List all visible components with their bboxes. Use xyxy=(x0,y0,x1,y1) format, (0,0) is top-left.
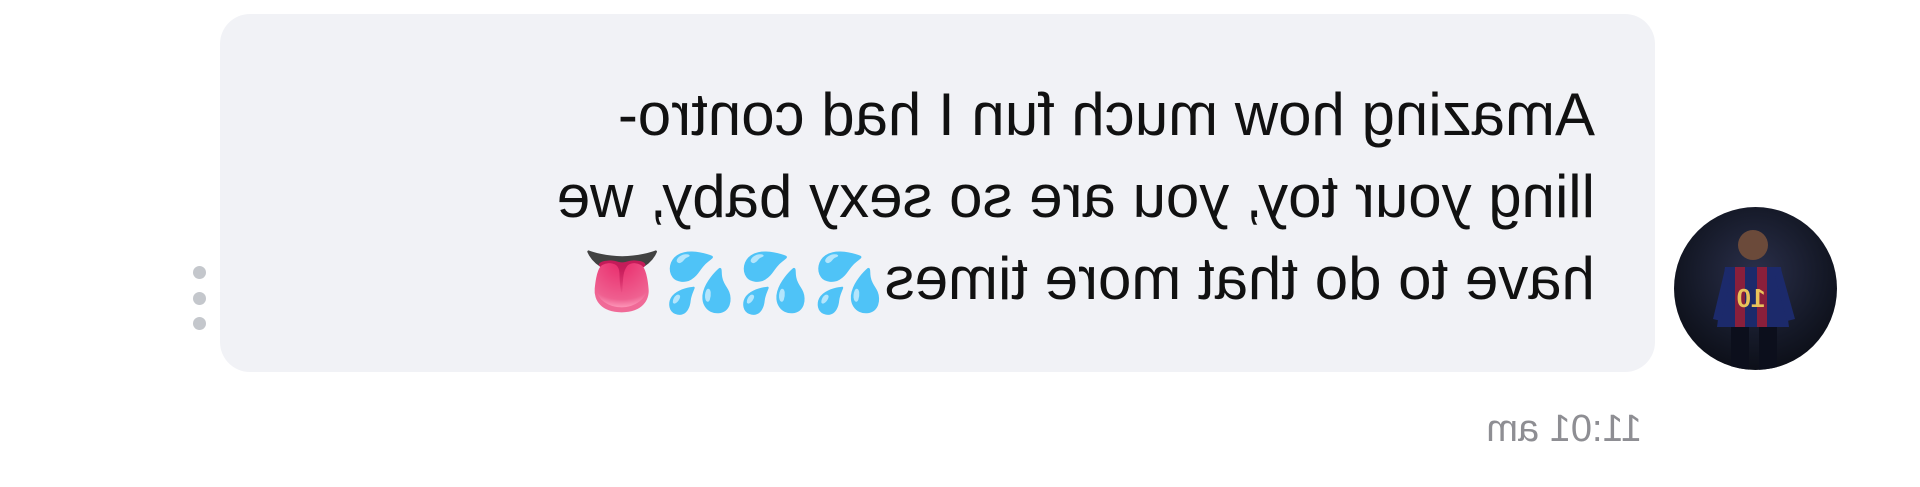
jersey-number: 10 xyxy=(1737,283,1766,313)
message-timestamp: 11:01 am xyxy=(1486,408,1642,450)
chat-view: 10 Amazing how much fun I had contro- ll… xyxy=(0,0,1920,487)
sweat-droplets-emoji: 💦💦💦 xyxy=(661,249,885,317)
person-avatar-icon: 10 xyxy=(1713,230,1795,370)
message-more-button[interactable] xyxy=(178,266,222,330)
message-content: Amazing how much fun I had contro- lling… xyxy=(365,74,1595,324)
message-bubble[interactable]: Amazing how much fun I had contro- lling… xyxy=(220,14,1655,372)
vertical-ellipsis-icon xyxy=(193,266,207,279)
vertical-ellipsis-icon xyxy=(193,291,207,305)
tongue-emoji: 👅 xyxy=(582,245,662,319)
vertical-ellipsis-icon xyxy=(193,317,207,330)
sender-avatar[interactable]: 10 xyxy=(1674,207,1837,370)
